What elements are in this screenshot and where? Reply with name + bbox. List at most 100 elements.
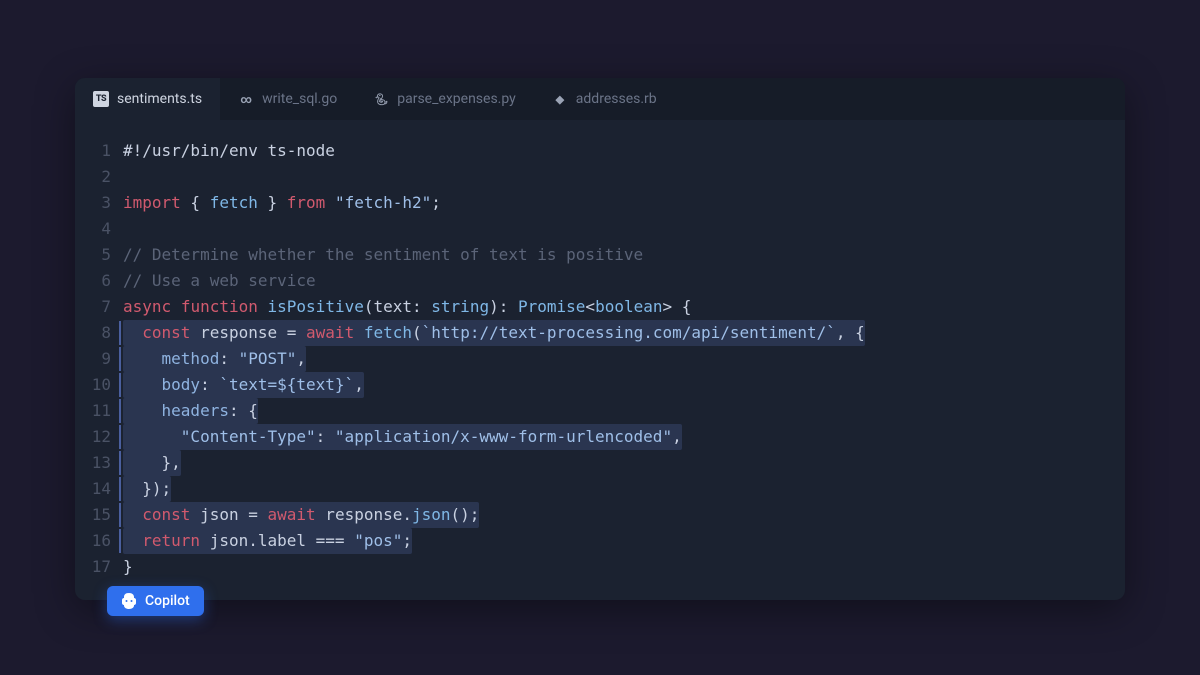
code-token: body: [162, 375, 201, 394]
code-line: // Determine whether the sentiment of te…: [123, 242, 1105, 268]
code-line: #!/usr/bin/env ts-node: [123, 138, 1105, 164]
code-token: Promise: [518, 297, 585, 316]
code-token: fetch: [210, 193, 258, 212]
code-line: const response = await fetch(`http://tex…: [123, 320, 1105, 346]
line-number: 10: [75, 372, 111, 398]
code-token: [123, 531, 142, 550]
line-number: 13: [75, 450, 111, 476]
line-number: 17: [75, 554, 111, 580]
code-token: method: [162, 349, 220, 368]
code-line: return json.label === "pos";: [123, 528, 1105, 554]
tab-addresses-rb[interactable]: ◆addresses.rb: [534, 78, 675, 120]
highlight-bar: [119, 503, 121, 527]
code-token: async: [123, 297, 171, 316]
copilot-button[interactable]: Copilot: [107, 586, 204, 616]
code-token: boolean: [595, 297, 662, 316]
code-line: import { fetch } from "fetch-h2";: [123, 190, 1105, 216]
code-token: ();: [451, 505, 480, 524]
code-line: headers: {: [123, 398, 1105, 424]
code-token: `http://text-processing.com/api/sentimen…: [422, 323, 836, 342]
code-token: await: [268, 505, 316, 524]
code-token: > {: [663, 297, 692, 316]
code-token: {: [181, 193, 210, 212]
code-token: },: [123, 453, 181, 472]
line-number: 16: [75, 528, 111, 554]
highlight-bar: [119, 347, 121, 371]
line-number: 4: [75, 216, 111, 242]
line-number: 5: [75, 242, 111, 268]
code-token: "POST": [239, 349, 297, 368]
code-token: "application/x-www-form-urlencoded": [335, 427, 672, 446]
code-token: : {: [229, 401, 258, 420]
code-line: [123, 164, 1105, 190]
code-line: [123, 216, 1105, 242]
copilot-icon: [121, 593, 137, 609]
code-token: ;: [431, 193, 441, 212]
go-icon: ∞: [238, 91, 254, 107]
code-token: const: [142, 505, 190, 524]
line-number: 2: [75, 164, 111, 190]
code-token: <: [585, 297, 595, 316]
code-token: [123, 401, 162, 420]
code-token: const: [142, 323, 190, 342]
code-token: "fetch-h2": [335, 193, 431, 212]
code-line: method: "POST",: [123, 346, 1105, 372]
line-number: 11: [75, 398, 111, 424]
highlight-bar: [119, 425, 121, 449]
line-number: 8: [75, 320, 111, 346]
line-number: 7: [75, 294, 111, 320]
code-line: });: [123, 476, 1105, 502]
code-line: body: `text=${text}`,: [123, 372, 1105, 398]
typescript-icon: TS: [93, 91, 109, 107]
code-token: , {: [836, 323, 865, 342]
highlight-bar: [119, 529, 121, 553]
code-token: return: [142, 531, 200, 550]
highlight-bar: [119, 477, 121, 501]
code-token: headers: [162, 401, 229, 420]
code-token: [123, 375, 162, 394]
code-token: ,: [672, 427, 682, 446]
code-token: response.: [316, 505, 412, 524]
code-token: :: [316, 427, 335, 446]
highlight-bar: [119, 451, 121, 475]
line-number-gutter: 1234567891011121314151617: [75, 138, 123, 580]
tab-write_sql-go[interactable]: ∞ write_sql.go: [220, 78, 355, 120]
ruby-icon: ◆: [552, 91, 568, 107]
code-line: const json = await response.json();: [123, 502, 1105, 528]
code-content[interactable]: #!/usr/bin/env ts-node import { fetch } f…: [123, 138, 1125, 580]
highlight-bar: [119, 373, 121, 397]
line-number: 1: [75, 138, 111, 164]
code-token: (: [412, 323, 422, 342]
code-token: // Determine whether the sentiment of te…: [123, 245, 643, 264]
code-token: }: [258, 193, 287, 212]
code-token: [123, 505, 142, 524]
tab-label: sentiments.ts: [117, 91, 202, 107]
highlight-bar: [119, 321, 121, 345]
code-token: [258, 297, 268, 316]
code-token: (text:: [364, 297, 431, 316]
tab-sentiments-ts[interactable]: TS sentiments.ts: [75, 78, 220, 120]
code-token: [325, 193, 335, 212]
code-line: async function isPositive(text: string):…: [123, 294, 1105, 320]
line-number: 15: [75, 502, 111, 528]
code-area: 1234567891011121314151617 #!/usr/bin/env…: [75, 120, 1125, 600]
code-token: :: [200, 375, 219, 394]
code-token: // Use a web service: [123, 271, 316, 290]
tab-parse_expenses-py[interactable]: 🐍︎parse_expenses.py: [355, 78, 534, 120]
line-number: 3: [75, 190, 111, 216]
code-token: from: [287, 193, 326, 212]
code-token: "Content-Type": [181, 427, 316, 446]
code-token: [123, 323, 142, 342]
code-token: json: [412, 505, 451, 524]
code-line: }: [123, 554, 1105, 580]
tab-label: write_sql.go: [262, 91, 337, 107]
tab-bar: TS sentiments.ts ∞ write_sql.go 🐍︎parse_expe…: [75, 78, 1125, 120]
code-token: json.label ===: [200, 531, 354, 550]
code-line: // Use a web service: [123, 268, 1105, 294]
code-token: `text=${text}`: [219, 375, 354, 394]
code-token: import: [123, 193, 181, 212]
line-number: 9: [75, 346, 111, 372]
code-token: response =: [190, 323, 306, 342]
line-number: 6: [75, 268, 111, 294]
code-token: [171, 297, 181, 316]
